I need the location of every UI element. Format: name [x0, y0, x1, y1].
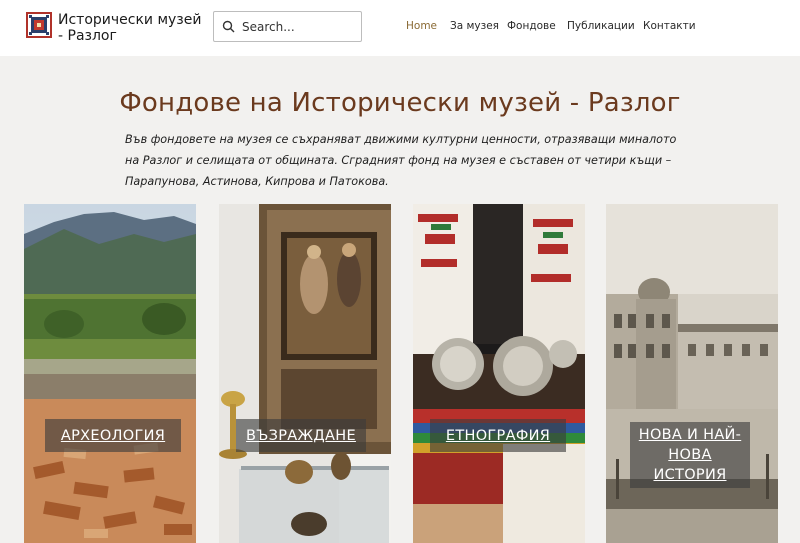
site-header: Исторически музей - Разлог Home За музея… [0, 0, 800, 56]
card-revival[interactable]: ВЪЗРАЖДАНЕ [219, 204, 391, 543]
card-label-box: ЕТНОГРАФИЯ [430, 419, 566, 452]
museum-logo-icon[interactable] [26, 12, 52, 38]
card-label-box: НОВА И НАЙ-НОВА ИСТОРИЯ [630, 422, 750, 488]
card-archaeology[interactable]: АРХЕОЛОГИЯ [24, 204, 196, 543]
page-title: Фондове на Исторически музей - Разлог [119, 88, 681, 118]
card-label-box: ВЪЗРАЖДАНЕ [236, 419, 366, 452]
search-input[interactable] [242, 17, 357, 37]
revival-image [219, 204, 391, 543]
search-icon [222, 20, 235, 33]
nav-collections[interactable]: Фондове [507, 20, 556, 32]
nav-home[interactable]: Home [406, 20, 437, 32]
search-box[interactable] [213, 11, 362, 42]
nav-about[interactable]: За музея [450, 20, 499, 32]
nav-contacts[interactable]: Контакти [643, 20, 696, 32]
card-label-ethnography[interactable]: ЕТНОГРАФИЯ [446, 426, 550, 446]
site-title[interactable]: Исторически музей - Разлог [58, 12, 208, 44]
modern-history-image [606, 204, 778, 543]
nav-publications[interactable]: Публикации [567, 20, 635, 32]
card-label-archaeology[interactable]: АРХЕОЛОГИЯ [61, 426, 165, 446]
card-label-box: АРХЕОЛОГИЯ [45, 419, 181, 452]
ethnography-image [413, 204, 585, 543]
intro-text: Във фондовете на музея се съхраняват дви… [125, 133, 677, 188]
card-modern-history[interactable]: НОВА И НАЙ-НОВА ИСТОРИЯ [606, 204, 778, 543]
archaeology-image [24, 204, 196, 543]
card-label-modern-history[interactable]: НОВА И НАЙ-НОВА ИСТОРИЯ [630, 425, 750, 485]
card-ethnography[interactable]: ЕТНОГРАФИЯ [413, 204, 585, 543]
card-label-revival[interactable]: ВЪЗРАЖДАНЕ [246, 426, 356, 446]
